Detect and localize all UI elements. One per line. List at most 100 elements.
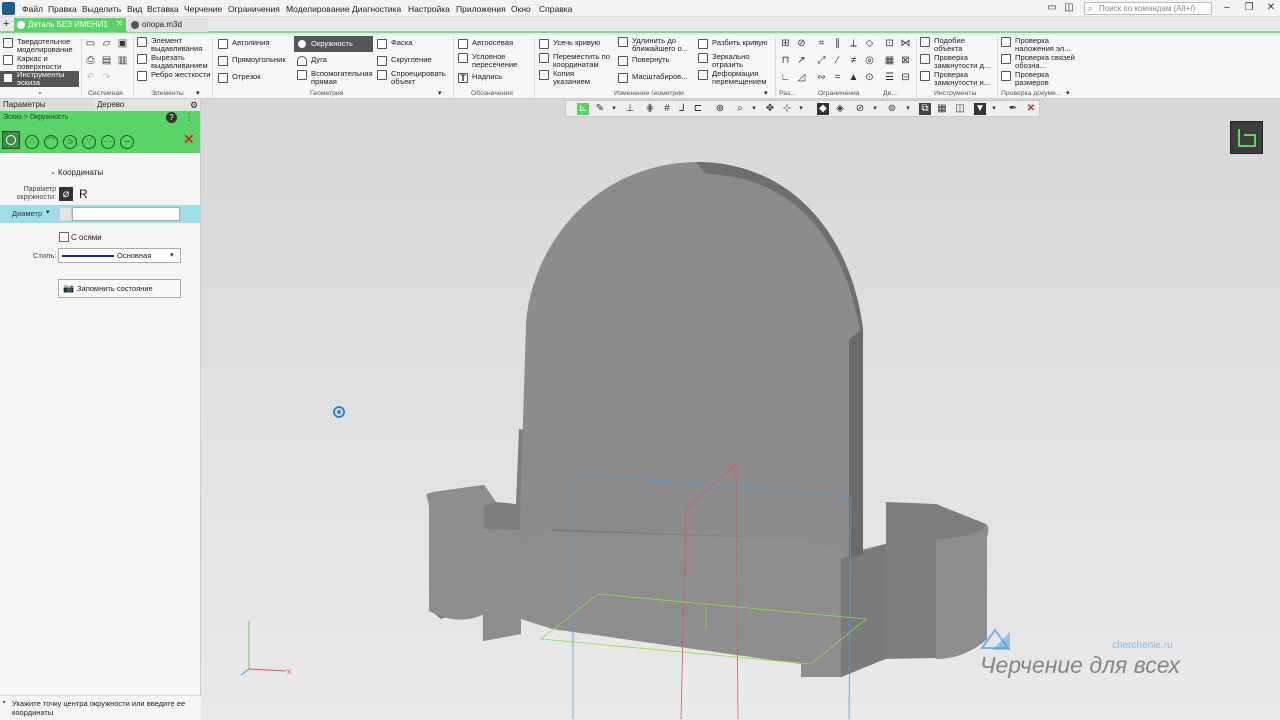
section-coordinates[interactable]: Координаты xyxy=(58,168,103,177)
minimize-button[interactable]: – xyxy=(1220,1,1234,15)
tree-toggle-icon[interactable]: ⋮ xyxy=(184,112,194,123)
pencil-icon[interactable]: ✎ xyxy=(594,103,606,115)
grid-icon[interactable]: ⋕ xyxy=(644,103,656,115)
dropdown-arrow-icon[interactable]: ▾ xyxy=(902,103,914,115)
tab-detail[interactable]: Деталь БЕЗ ИМЕНИ1 ✕ xyxy=(14,18,126,32)
dimension-linear-icon[interactable]: ⊓ xyxy=(780,55,791,66)
wireframe-icon[interactable]: ◈ xyxy=(834,103,846,115)
expand-chevron-icon[interactable]: ⌄ xyxy=(37,88,43,96)
menu-select[interactable]: Выделить xyxy=(82,4,121,14)
group-expand-icon[interactable]: ▾ xyxy=(196,89,200,97)
diag-hide-icon[interactable]: ⊠ xyxy=(900,55,911,66)
menu-drawing[interactable]: Черчение xyxy=(184,4,222,14)
perspective-icon[interactable]: ⊚ xyxy=(886,103,898,115)
dimension-diameter-icon[interactable]: ⊘ xyxy=(796,38,807,49)
circle-tangent2-icon[interactable]: ⊃ xyxy=(63,135,77,149)
tab-tree[interactable]: Дерево xyxy=(94,99,200,111)
dimension-icon[interactable]: ⊞ xyxy=(780,38,791,49)
diameter-mode-icon[interactable]: ⌀ xyxy=(59,187,73,201)
constraint-symmetry-icon[interactable]: ▲ xyxy=(848,72,859,83)
circle-button[interactable]: Окружность xyxy=(294,36,373,52)
new-tab-icon[interactable]: + xyxy=(3,18,9,30)
diameter-label[interactable]: Диаметр xyxy=(12,209,42,218)
hidden-lines-icon[interactable]: ⊘ xyxy=(854,103,866,115)
diag-grid-icon[interactable]: ⊟ xyxy=(900,72,911,83)
mode-sketch-tools[interactable]: Инструменты эскиза xyxy=(0,71,79,87)
layout-icon[interactable]: ▭ xyxy=(1045,1,1059,15)
constraint-equal-icon[interactable]: = xyxy=(832,72,843,83)
menu-help[interactable]: Справка xyxy=(539,4,572,14)
circle-2points-icon[interactable]: ⋯ xyxy=(101,135,115,149)
dimension-radius-icon[interactable]: ↗ xyxy=(796,55,807,66)
constraint-concentric-icon[interactable]: ◎ xyxy=(864,55,875,66)
restore-button[interactable]: ❐ xyxy=(1242,1,1256,15)
constraint-tangent-icon[interactable]: ∾ xyxy=(816,72,827,83)
shaded-view-icon[interactable]: ◆ xyxy=(817,103,829,115)
collapse-chevron-icon[interactable]: ⌄ xyxy=(50,168,56,176)
group-expand-icon[interactable]: ▾ xyxy=(1066,89,1070,97)
undo-icon[interactable]: ↶ xyxy=(85,72,96,83)
circle-3points-icon[interactable]: ∴ xyxy=(25,135,39,149)
dimension-angle-icon[interactable]: ∟ xyxy=(780,72,791,83)
save-icon[interactable]: ▣ xyxy=(117,38,128,49)
menu-edit[interactable]: Правка xyxy=(48,4,77,14)
menu-apps[interactable]: Приложения xyxy=(456,4,506,14)
copy-icon[interactable]: ▤ xyxy=(101,55,112,66)
menu-insert[interactable]: Вставка xyxy=(147,4,179,14)
axes-checkbox[interactable] xyxy=(59,232,69,242)
group-expand-icon[interactable]: ▾ xyxy=(764,89,768,97)
menu-modeling[interactable]: Моделирование xyxy=(286,4,350,14)
constraint-point-icon[interactable]: ◇ xyxy=(864,38,875,49)
line-style-select[interactable]: Основная ▾ xyxy=(58,248,181,263)
panel-icon[interactable]: ◫ xyxy=(1062,1,1076,15)
redo-icon[interactable]: ↷ xyxy=(101,72,112,83)
print-icon[interactable]: ⎙ xyxy=(85,55,96,66)
eyedropper-icon[interactable]: ✒ xyxy=(1007,103,1019,115)
diameter-input[interactable] xyxy=(72,207,180,221)
constraint-collinear-icon[interactable]: ≠ xyxy=(848,55,859,66)
section-icon[interactable]: ⧉ xyxy=(919,103,931,115)
open-icon[interactable]: ▱ xyxy=(101,38,112,49)
tab-opora[interactable]: опора.m3d xyxy=(128,18,208,32)
constraint-perpendicular-icon[interactable]: ⟂ xyxy=(848,38,859,49)
menu-diagnostics[interactable]: Диагностика xyxy=(352,4,401,14)
diag-icon[interactable]: ⊡ xyxy=(884,38,895,49)
orient-icon[interactable]: ⊹ xyxy=(781,103,793,115)
constraint-vertical-icon[interactable]: ⁄ xyxy=(832,55,843,66)
constraint-fix-icon[interactable]: ⌗ xyxy=(816,38,827,49)
ortho-icon[interactable]: ⅃ xyxy=(676,103,688,115)
diag-list-icon[interactable]: ☰ xyxy=(884,72,895,83)
dropdown-arrow-icon[interactable]: ▾ xyxy=(988,103,1000,115)
diag-show-icon[interactable]: ▦ xyxy=(884,55,895,66)
command-search-input[interactable]: ⌕ Поиск по командам (Alt+/) xyxy=(1084,2,1212,15)
close-view-icon[interactable]: ✕ xyxy=(1025,103,1037,115)
group-expand-icon[interactable]: ▾ xyxy=(438,89,442,97)
pan-icon[interactable]: ✥ xyxy=(764,103,776,115)
circle-tangent3-icon[interactable]: ∵ xyxy=(82,135,96,149)
lock-toggle[interactable] xyxy=(59,207,72,221)
visibility-icon[interactable]: ◫ xyxy=(954,103,966,115)
circle-tangent-icon[interactable]: ⌒ xyxy=(44,135,58,149)
dropdown-arrow-icon[interactable]: ▾ xyxy=(869,103,881,115)
dropdown-arrow-icon[interactable]: ▾ xyxy=(608,103,620,115)
constraint-horizontal-icon[interactable]: ⤢ xyxy=(816,55,827,66)
close-tab-icon[interactable]: ✕ xyxy=(116,19,123,28)
diag-check-icon[interactable]: ⋈ xyxy=(900,38,911,49)
menu-file[interactable]: Файл xyxy=(22,4,43,14)
circle-curve-icon[interactable]: ∽ xyxy=(120,135,134,149)
filter-icon[interactable]: ▼ xyxy=(974,103,986,115)
radius-mode-button[interactable]: R xyxy=(79,187,88,201)
paste-icon[interactable]: ▥ xyxy=(117,55,128,66)
circle-center-radius-button[interactable] xyxy=(2,131,20,149)
menu-window[interactable]: Окно xyxy=(511,4,531,14)
menu-view[interactable]: Вид xyxy=(127,4,142,14)
zoom-icon[interactable]: ⊕ xyxy=(714,103,726,115)
dimension-arc-icon[interactable]: ◿ xyxy=(796,72,807,83)
help-icon[interactable]: ? xyxy=(166,112,177,123)
sketch-mode-icon[interactable]: ⊾ xyxy=(577,103,589,115)
zoom-fit-icon[interactable]: ⌕ xyxy=(734,103,746,115)
sketch-indicator[interactable] xyxy=(1230,121,1263,154)
panel-settings-icon[interactable]: ⚙ xyxy=(190,100,198,111)
menu-settings[interactable]: Настройка xyxy=(408,4,450,14)
dropdown-arrow-icon[interactable]: ▾ xyxy=(748,103,760,115)
